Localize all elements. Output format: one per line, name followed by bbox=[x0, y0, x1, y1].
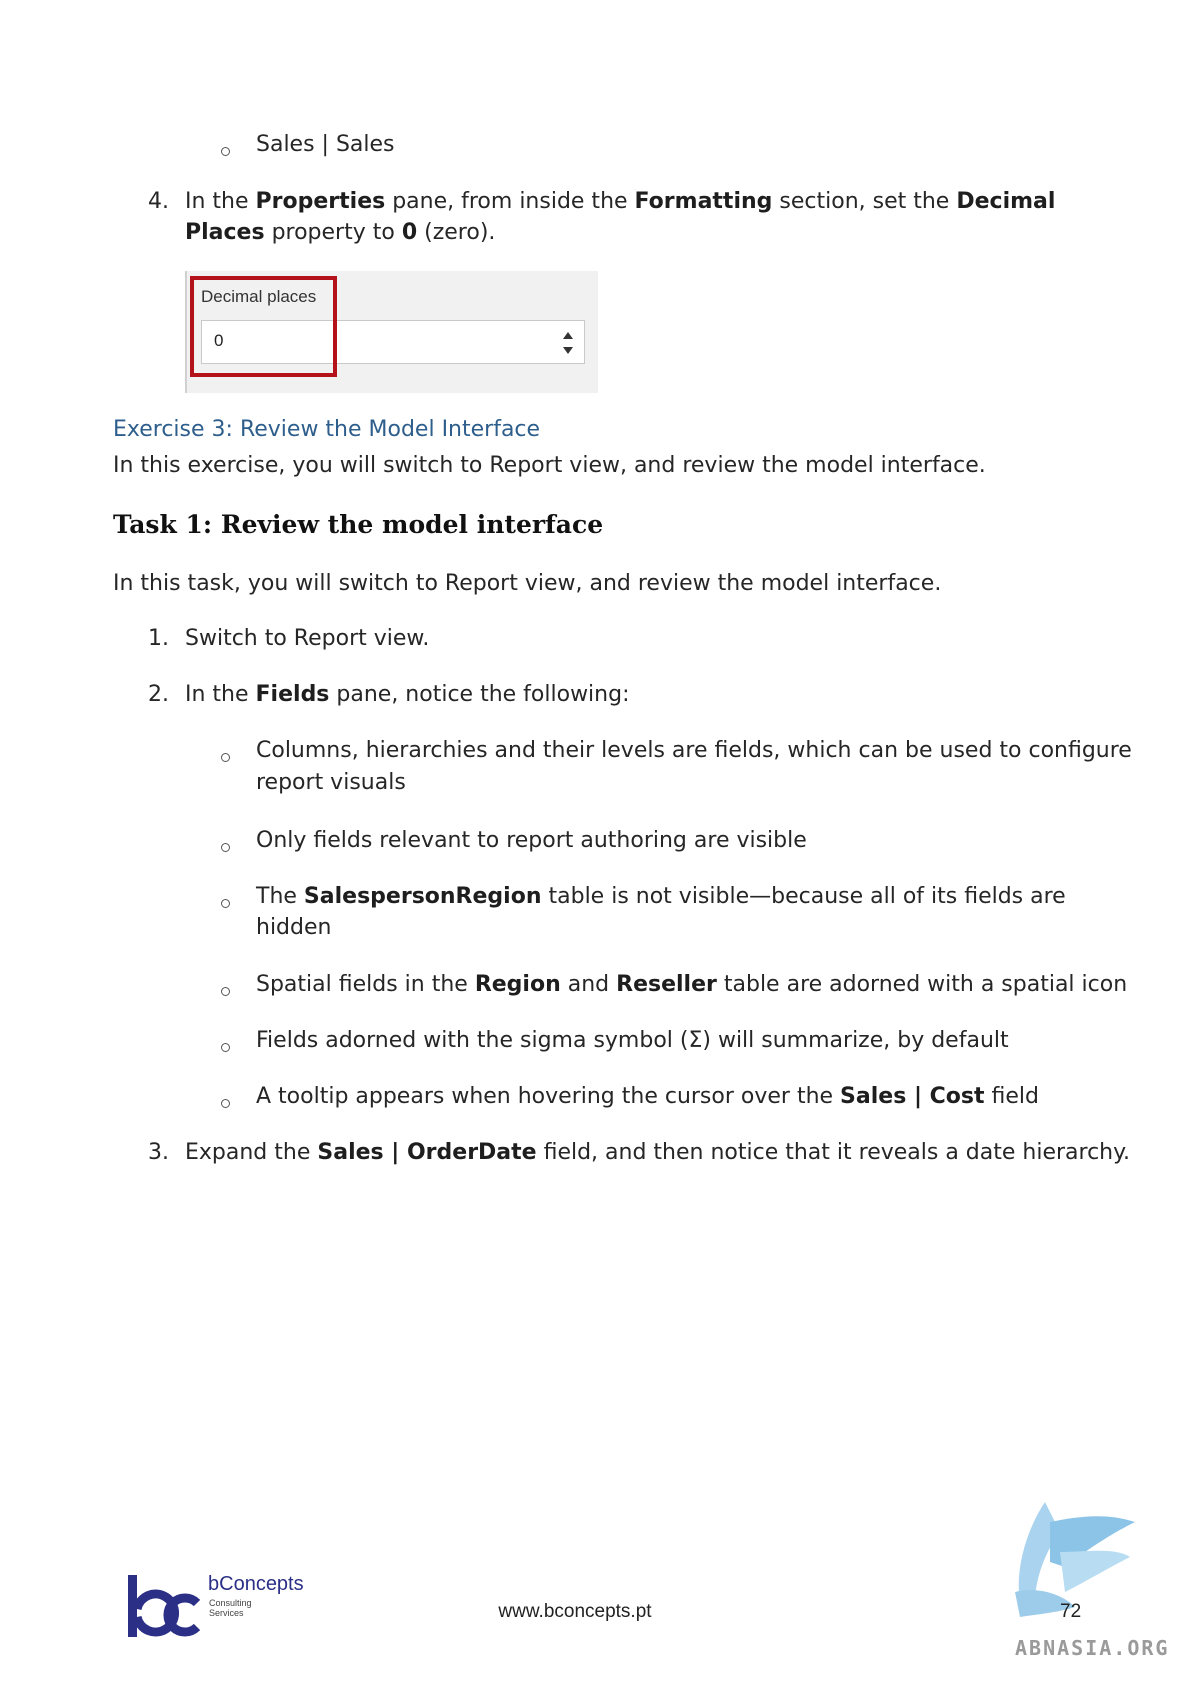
logo-brand: bConcepts bbox=[208, 1573, 304, 1595]
step-number: 1. bbox=[148, 626, 169, 651]
decimal-places-screenshot: Decimal places 0 bbox=[185, 271, 598, 393]
watermark-text: ABNASIA.ORG bbox=[1015, 1636, 1170, 1660]
bullet-icon bbox=[221, 1043, 230, 1052]
highlight-box bbox=[190, 276, 337, 377]
step-number: 3. bbox=[148, 1140, 169, 1165]
task-intro: In this task, you will switch to Report … bbox=[113, 571, 942, 596]
field-bullet-2: Only fields relevant to report authoring… bbox=[256, 828, 807, 853]
field-bullet-1-line1: Columns, hierarchies and their levels ar… bbox=[256, 738, 1132, 763]
sub-bullet-text: Sales | Sales bbox=[256, 132, 395, 157]
bullet-icon bbox=[221, 843, 230, 852]
bullet-icon bbox=[221, 753, 230, 762]
spinner-arrows-icon[interactable] bbox=[562, 328, 574, 358]
bullet-icon bbox=[221, 899, 230, 908]
page-number: 72 bbox=[1060, 1601, 1082, 1622]
bullet-icon bbox=[221, 147, 230, 156]
field-bullet-3-line1: The SalespersonRegion table is not visib… bbox=[256, 884, 1066, 909]
step3-text: Expand the Sales | OrderDate field, and … bbox=[185, 1140, 1131, 1165]
step1-text: Switch to Report view. bbox=[185, 626, 430, 651]
step-number: 4. bbox=[148, 189, 169, 214]
field-bullet-1-line2: report visuals bbox=[256, 770, 406, 795]
field-bullet-4: Spatial fields in the Region and Reselle… bbox=[256, 972, 1128, 997]
bullet-icon bbox=[221, 1099, 230, 1108]
bullet-icon bbox=[221, 987, 230, 996]
step4-line2: Places property to 0 (zero). bbox=[185, 220, 496, 245]
task-heading: Task 1: Review the model interface bbox=[113, 510, 604, 539]
footer-url: www.bconcepts.pt bbox=[498, 1601, 652, 1622]
exercise-intro: In this exercise, you will switch to Rep… bbox=[113, 453, 986, 478]
field-bullet-3-line2: hidden bbox=[256, 915, 332, 940]
exercise-heading: Exercise 3: Review the Model Interface bbox=[113, 417, 541, 442]
step4-line1: In the Properties pane, from inside the … bbox=[185, 189, 1056, 214]
step-number: 2. bbox=[148, 682, 169, 707]
step2-text: In the Fields pane, notice the following… bbox=[185, 682, 630, 707]
field-bullet-5: Fields adorned with the sigma symbol (Σ)… bbox=[256, 1028, 1009, 1053]
field-bullet-6: A tooltip appears when hovering the curs… bbox=[256, 1084, 1039, 1109]
